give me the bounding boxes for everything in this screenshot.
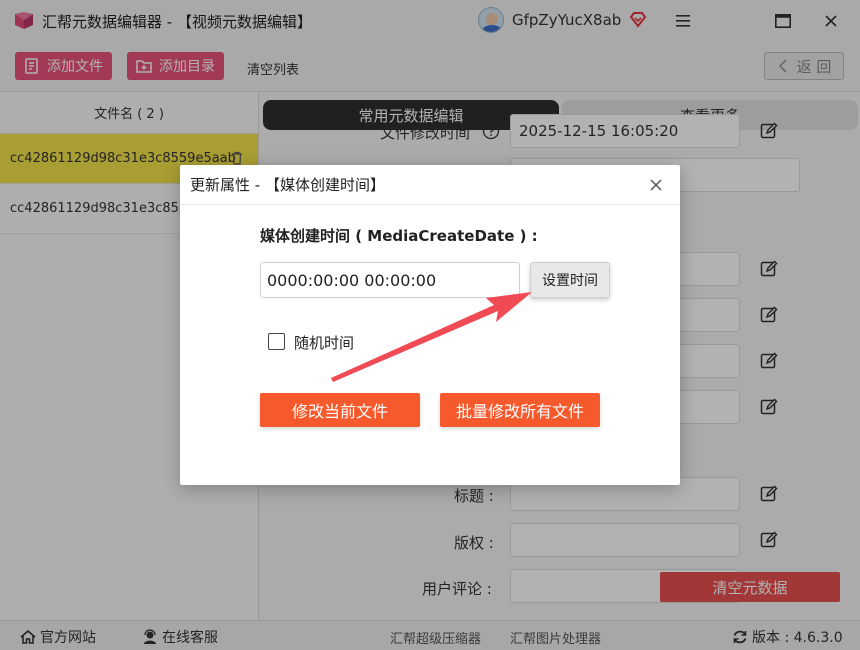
dialog-title: 更新属性 - 【媒体创建时间】 [190,176,385,194]
set-time-button[interactable]: 设置时间 [530,262,610,298]
random-time-label: 随机时间 [294,334,355,352]
media-create-date-input[interactable]: 0000:00:00 00:00:00 [260,262,520,298]
batch-modify-all-button[interactable]: 批量修改所有文件 [440,393,600,427]
random-time-checkbox[interactable] [268,333,285,350]
update-property-dialog: 更新属性 - 【媒体创建时间】 媒体创建时间 ( MediaCreateDate… [180,165,680,485]
media-create-date-value: 0000:00:00 00:00:00 [267,270,437,290]
dialog-header: 更新属性 - 【媒体创建时间】 [180,165,680,205]
media-create-date-label: 媒体创建时间 ( MediaCreateDate ) : [260,227,538,245]
modify-current-file-button[interactable]: 修改当前文件 [260,393,420,427]
close-icon[interactable] [648,177,664,193]
